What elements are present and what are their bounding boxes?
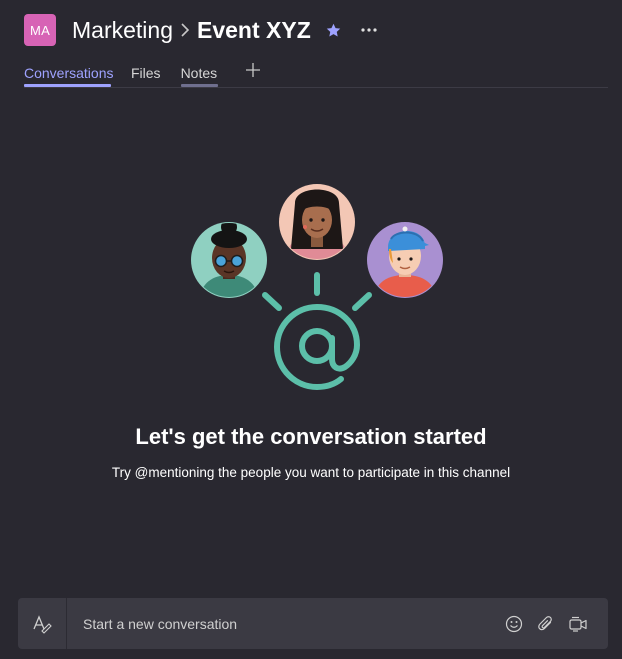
plus-icon	[245, 63, 260, 77]
breadcrumb: Marketing Event XYZ	[72, 17, 311, 44]
at-sign-icon	[273, 303, 361, 391]
emoji-button[interactable]	[498, 608, 530, 640]
new-conversation-input[interactable]	[67, 597, 498, 650]
tab-label: Files	[131, 65, 161, 81]
empty-state-subtitle: Try @mentioning the people you want to p…	[111, 465, 511, 480]
meet-now-button[interactable]	[562, 608, 594, 640]
breadcrumb-team-name[interactable]: Marketing	[72, 17, 173, 44]
more-options-icon[interactable]	[360, 27, 378, 33]
chevron-right-icon	[179, 21, 191, 39]
team-avatar[interactable]: MA	[24, 14, 56, 46]
person-avatar-center	[279, 184, 355, 260]
tab-label: Notes	[180, 65, 218, 81]
empty-state-illustration	[191, 184, 443, 391]
header-divider	[24, 87, 608, 88]
breadcrumb-channel-name: Event XYZ	[196, 16, 311, 43]
tab-files[interactable]: Files	[131, 62, 161, 87]
composer-actions	[498, 608, 608, 640]
attach-button[interactable]	[530, 608, 562, 640]
channel-header: MA Marketing Event XYZ	[24, 13, 378, 47]
channel-tabs: Conversations Files Notes	[24, 62, 260, 87]
format-button[interactable]	[18, 598, 67, 649]
emoji-icon	[505, 615, 523, 632]
mention-rays	[262, 272, 372, 311]
attach-icon	[538, 615, 552, 630]
tab-label: Conversations	[24, 65, 114, 81]
person-avatar-left	[191, 222, 267, 298]
format-icon	[33, 614, 52, 634]
meet-now-icon	[569, 616, 587, 632]
person-avatar-right	[367, 222, 443, 298]
star-icon[interactable]	[325, 22, 342, 39]
message-composer	[18, 597, 608, 650]
empty-state-title: Let's get the conversation started	[135, 424, 487, 449]
tab-conversations[interactable]: Conversations	[24, 62, 114, 87]
add-tab-button[interactable]	[245, 62, 260, 80]
tab-notes[interactable]: Notes	[180, 62, 218, 87]
teams-channel-view: MA Marketing Event XYZ Conversations Fil…	[0, 0, 622, 659]
